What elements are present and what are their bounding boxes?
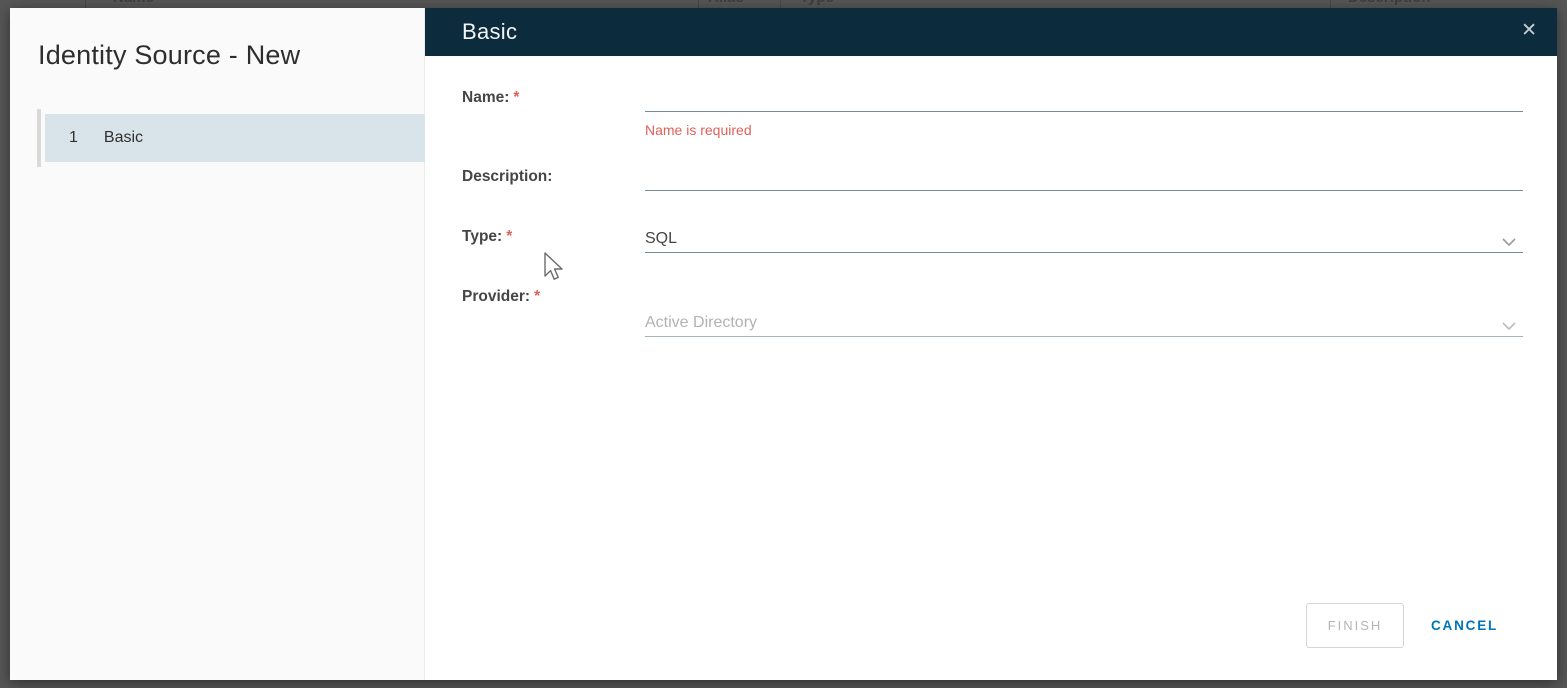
bg-column-type: Type — [800, 0, 834, 6]
description-field-wrap — [645, 167, 1523, 191]
bg-column-divider — [698, 0, 699, 8]
provider-label: Provider:* — [462, 288, 540, 306]
type-select[interactable]: SQL — [645, 229, 1523, 253]
name-input[interactable] — [645, 88, 1523, 112]
provider-select[interactable]: Active Directory — [645, 313, 1523, 337]
wizard-content-panel: Basic ✕ Name:* Name is required Descript… — [425, 8, 1557, 680]
close-icon[interactable]: ✕ — [1521, 8, 1537, 54]
bg-column-alias: Alias — [708, 0, 744, 6]
panel-title: Basic — [462, 8, 517, 56]
required-asterisk: * — [513, 89, 519, 106]
bg-column-description: Description — [1348, 0, 1431, 6]
chevron-down-icon — [1501, 234, 1517, 252]
provider-select-value: Active Directory — [645, 313, 1523, 333]
description-input[interactable] — [645, 167, 1523, 191]
bg-column-divider — [85, 0, 86, 8]
wizard-title: Identity Source - New — [38, 40, 300, 71]
name-label: Name:* — [462, 89, 519, 107]
type-label: Type:* — [462, 228, 512, 246]
identity-source-wizard-modal: Identity Source - New 1 Basic Basic ✕ Na… — [10, 8, 1557, 680]
finish-button[interactable]: FINISH — [1306, 603, 1404, 648]
bg-column-divider — [1330, 0, 1331, 8]
name-field-wrap — [645, 88, 1523, 112]
chevron-down-icon — [1501, 318, 1517, 336]
panel-header: Basic ✕ — [425, 8, 1557, 56]
cancel-button[interactable]: CANCEL — [1431, 603, 1498, 648]
wizard-step-basic[interactable]: 1 Basic — [45, 114, 425, 162]
step-track-bar — [37, 109, 41, 167]
name-error-message: Name is required — [645, 122, 752, 138]
step-label: Basic — [104, 129, 143, 147]
step-number: 1 — [69, 129, 78, 147]
required-asterisk: * — [506, 228, 512, 245]
screen: Name Alias Type Description Identity Sou… — [0, 0, 1567, 688]
bg-column-name: Name — [113, 0, 154, 6]
required-asterisk: * — [534, 288, 540, 305]
bg-column-divider — [780, 0, 781, 8]
description-label: Description: — [462, 168, 552, 186]
type-select-value: SQL — [645, 229, 1523, 249]
dimmed-background-table: Name Alias Type Description — [0, 0, 1567, 8]
wizard-sidebar: Identity Source - New 1 Basic — [10, 8, 425, 680]
